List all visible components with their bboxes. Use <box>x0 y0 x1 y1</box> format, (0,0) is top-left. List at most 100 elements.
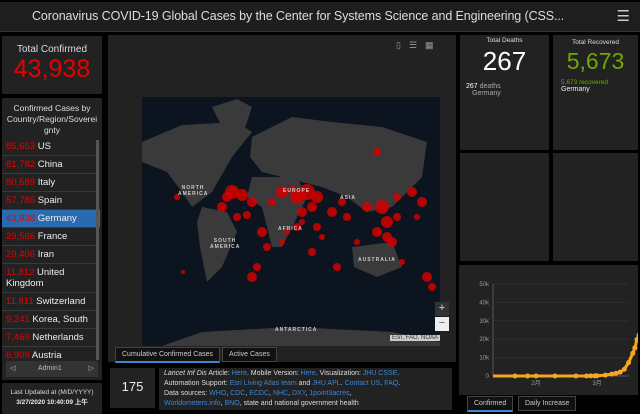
data-point[interactable] <box>512 373 518 379</box>
case-marker[interactable] <box>375 200 389 214</box>
case-marker[interactable] <box>217 202 227 212</box>
case-marker[interactable] <box>279 239 285 245</box>
tab-cumulative-confirmed[interactable]: Cumulative Confirmed Cases <box>115 347 221 363</box>
hamburger-icon[interactable]: ☰ <box>617 7 630 25</box>
prev-arrow-icon[interactable]: ◁ <box>10 364 15 372</box>
data-point[interactable] <box>609 371 615 377</box>
info-text: . <box>397 370 400 377</box>
case-marker[interactable] <box>313 223 321 231</box>
case-marker[interactable] <box>372 227 382 237</box>
case-marker[interactable] <box>263 243 271 251</box>
case-marker[interactable] <box>387 237 397 247</box>
case-marker[interactable] <box>257 227 267 237</box>
case-marker[interactable] <box>253 263 261 271</box>
case-marker[interactable] <box>381 216 393 228</box>
info-link[interactable]: WHO <box>209 390 226 397</box>
info-link[interactable]: 1point3acres <box>309 390 349 397</box>
info-line-4: Worldometers.info, BNO, state and nation… <box>164 399 447 409</box>
country-list-item[interactable]: 11,812 United Kingdom <box>2 264 100 293</box>
data-point[interactable] <box>594 373 600 379</box>
zoom-in-button[interactable]: + <box>435 302 449 316</box>
case-marker[interactable] <box>428 283 436 291</box>
info-link[interactable]: Esri Living Atlas team <box>230 380 297 387</box>
data-point[interactable] <box>525 373 531 379</box>
case-marker[interactable] <box>373 148 381 156</box>
info-link[interactable]: Here <box>301 370 316 377</box>
case-marker[interactable] <box>268 198 276 206</box>
case-marker[interactable] <box>247 272 257 282</box>
country-list-item[interactable]: 57,786 Spain <box>2 192 100 210</box>
country-list[interactable]: 85,653 US 81,782 China 80,589 Italy 57,786 … <box>2 138 100 360</box>
map-label-north-america: NORTH AMERICA <box>178 185 209 197</box>
case-marker[interactable] <box>354 239 360 245</box>
next-arrow-icon[interactable]: ▷ <box>89 364 94 372</box>
case-marker[interactable] <box>333 263 341 271</box>
country-list-item[interactable]: 80,589 Italy <box>2 174 100 192</box>
case-marker[interactable] <box>247 197 257 207</box>
case-marker[interactable] <box>407 187 417 197</box>
case-marker[interactable] <box>307 202 317 212</box>
info-link[interactable]: Here <box>232 370 247 377</box>
country-list-item[interactable]: 11,811 Switzerland <box>2 293 100 311</box>
info-link[interactable]: NHC <box>273 390 288 397</box>
case-marker[interactable] <box>243 211 251 219</box>
info-link[interactable]: Worldometers.info <box>164 400 221 407</box>
data-point[interactable] <box>552 373 558 379</box>
deaths-list-panel <box>460 153 549 261</box>
country-list-item[interactable]: 9,241 Korea, South <box>2 311 100 329</box>
country-list-item[interactable]: 7,469 Netherlands <box>2 329 100 347</box>
info-link[interactable]: Contact US <box>345 380 381 387</box>
country-case-count: 43,938 <box>6 213 36 224</box>
case-marker[interactable] <box>393 213 401 221</box>
info-link[interactable]: BNO <box>225 400 240 407</box>
country-list-item[interactable]: 43,938 Germany <box>2 210 100 228</box>
data-point[interactable] <box>613 370 619 376</box>
case-marker[interactable] <box>417 197 427 207</box>
data-point[interactable] <box>621 366 627 372</box>
bookmark-icon[interactable]: ▯ <box>396 40 409 50</box>
tab-chart-daily-increase[interactable]: Daily Increase <box>518 396 577 411</box>
country-list-item[interactable]: 85,653 US <box>2 138 100 156</box>
case-marker[interactable] <box>414 214 420 220</box>
country-list-item[interactable]: 81,782 China <box>2 156 100 174</box>
country-list-item[interactable]: 29,566 France <box>2 228 100 246</box>
basemap-icon[interactable]: ▦ <box>425 40 442 50</box>
data-point[interactable] <box>632 345 638 351</box>
case-marker[interactable] <box>233 213 241 221</box>
case-marker[interactable] <box>393 193 401 201</box>
case-marker[interactable] <box>399 259 405 265</box>
list-scrollbar[interactable] <box>96 140 99 360</box>
case-marker[interactable] <box>362 202 372 212</box>
case-marker[interactable] <box>222 192 232 202</box>
case-marker[interactable] <box>311 191 323 203</box>
case-marker[interactable] <box>422 272 432 282</box>
case-marker[interactable] <box>297 207 307 217</box>
data-point[interactable] <box>573 373 579 379</box>
country-list-item[interactable]: 6,909 Austria <box>2 347 100 360</box>
info-link[interactable]: JHU CSSE <box>363 370 398 377</box>
case-marker[interactable] <box>236 189 248 201</box>
case-marker[interactable] <box>181 270 185 274</box>
tab-chart-confirmed[interactable]: Confirmed <box>467 396 514 412</box>
info-link[interactable]: CDC <box>230 390 245 397</box>
case-marker[interactable] <box>299 219 305 225</box>
data-point[interactable] <box>533 373 539 379</box>
case-marker[interactable] <box>327 207 337 217</box>
data-point[interactable] <box>617 369 623 375</box>
tab-active-cases[interactable]: Active Cases <box>222 347 277 362</box>
world-map[interactable] <box>142 97 440 346</box>
data-point[interactable] <box>626 360 632 366</box>
info-link[interactable]: DXY <box>292 390 306 397</box>
case-marker[interactable] <box>319 234 325 240</box>
info-link[interactable]: FAQ <box>384 380 398 387</box>
case-marker[interactable] <box>343 213 351 221</box>
country-name: China <box>37 159 63 170</box>
country-list-item[interactable]: 29,406 Iran <box>2 246 100 264</box>
info-link[interactable]: ECDC <box>249 390 269 397</box>
data-point[interactable] <box>602 372 608 378</box>
list-icon[interactable]: ☰ <box>409 40 425 50</box>
case-marker[interactable] <box>308 248 316 256</box>
info-link[interactable]: JHU APL <box>312 380 340 387</box>
zoom-out-button[interactable]: − <box>435 317 449 331</box>
data-point[interactable] <box>630 350 636 356</box>
